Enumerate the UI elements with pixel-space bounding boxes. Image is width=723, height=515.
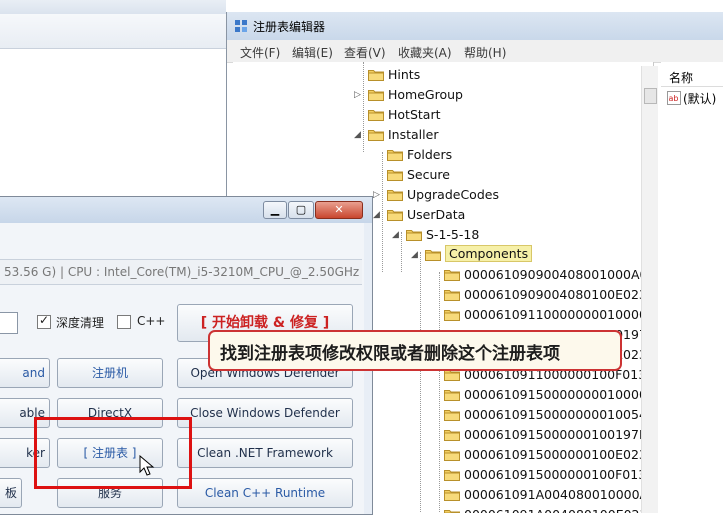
folder-icon: [444, 508, 460, 513]
tree-scroll-thumb[interactable]: [644, 88, 657, 104]
folder-icon: [425, 248, 441, 261]
folder-icon: [387, 168, 403, 181]
maximize-button[interactable]: ▢: [288, 201, 314, 219]
tree-expander-icon[interactable]: ▷: [373, 190, 380, 200]
tree-expander-icon[interactable]: ▷: [354, 90, 361, 100]
board-button[interactable]: 板: [0, 478, 22, 508]
tree-node-label: 000061091A004080010000A0I: [464, 487, 654, 502]
column-name-header: 名称: [669, 71, 694, 85]
tree-guide-line: [382, 152, 383, 272]
mouse-cursor-icon: [139, 455, 155, 476]
folder-icon: [387, 188, 403, 201]
background-window: [0, 0, 226, 200]
tree-node-label: Installer: [388, 127, 439, 142]
tree-node-label: 0000610915000000100197D:: [464, 427, 653, 442]
close-button[interactable]: ✕: [315, 201, 363, 219]
number-input[interactable]: [0, 312, 18, 334]
folder-icon: [444, 408, 460, 421]
tree-node-label: UserData: [407, 207, 466, 222]
folder-icon: [444, 428, 460, 441]
annotation-text: 找到注册表项修改权限或者删除这个注册表项: [220, 344, 560, 364]
tree-node-label: 0000610915000000100F013E: [464, 467, 654, 482]
tree-node-label: 00006109110000000010000A0I: [464, 307, 654, 322]
registry-editor-titlebar[interactable]: 注册表编辑器: [227, 12, 723, 40]
tree-node-label: 0000610915000000100E0239: [464, 447, 654, 462]
tree-guide-line: [401, 232, 402, 272]
folder-icon: [368, 128, 384, 141]
tree-node-label: 000061091500000000100540F: [464, 407, 654, 422]
registry-menu-bar: 文件(F) 编辑(E) 查看(V) 收藏夹(A) 帮助(H): [227, 40, 723, 63]
clean-cpp-runtime-button[interactable]: Clean C++ Runtime: [177, 478, 353, 508]
folder-icon: [444, 468, 460, 481]
background-window-toolbar: [0, 14, 226, 49]
tree-node-label: Components: [445, 245, 533, 262]
tree-node-label: Secure: [407, 167, 450, 182]
tree-expander-icon[interactable]: ◢: [373, 210, 380, 220]
value-name-default: (默认): [683, 92, 717, 106]
tree-node-label: UpgradeCodes: [407, 187, 499, 202]
tree-node-label: HomeGroup: [388, 87, 463, 102]
close-windows-defender-button[interactable]: Close Windows Defender: [177, 398, 353, 428]
registry-editor-title: 注册表编辑器: [253, 20, 326, 34]
menu-view[interactable]: 查看(V): [344, 44, 386, 61]
tree-expander-icon[interactable]: ◢: [392, 230, 399, 240]
system-info-bar: 53.56 G) | CPU : Intel_Core(TM)_i5-3210M…: [0, 259, 362, 285]
svg-text:ab: ab: [669, 94, 679, 103]
folder-icon: [444, 488, 460, 501]
minimize-button[interactable]: ▁: [263, 201, 287, 219]
folder-icon: [444, 448, 460, 461]
folder-icon: [444, 388, 460, 401]
tool-titlebar[interactable]: ▁ ▢ ✕: [0, 197, 372, 223]
tree-node-label: S-1-5-18: [426, 227, 480, 242]
cpp-checkbox[interactable]: [117, 315, 131, 329]
tree-node-label: 000061090900408001000A0I: [464, 267, 652, 282]
folder-icon: [444, 268, 460, 281]
registry-values-pane: 名称 ab (默认): [661, 62, 723, 513]
tree-node-label: HotStart: [388, 107, 441, 122]
tree-expander-icon[interactable]: ◢: [354, 130, 361, 140]
folder-icon: [406, 228, 422, 241]
and-button[interactable]: and: [0, 358, 50, 388]
folder-icon: [368, 68, 384, 81]
tree-scrollbar[interactable]: [641, 66, 658, 513]
deep-clean-label: 深度清理: [56, 316, 105, 330]
string-value-icon: ab: [667, 91, 681, 105]
registry-editor-icon: [235, 20, 247, 32]
tree-node-label: Hints: [388, 67, 421, 82]
system-info-text: 53.56 G) | CPU : Intel_Core(TM)_i5-3210M…: [4, 265, 360, 279]
menu-help[interactable]: 帮助(H): [464, 44, 506, 61]
menu-file[interactable]: 文件(F): [240, 44, 280, 61]
tree-expander-icon[interactable]: ◢: [411, 250, 418, 260]
tree-node-label: 0000610909004080100E0239: [464, 287, 654, 302]
folder-icon: [368, 88, 384, 101]
tree-guide-line: [363, 62, 364, 152]
tree-node-label: Folders: [407, 147, 453, 162]
highlight-box: [34, 417, 192, 489]
menu-edit[interactable]: 编辑(E): [292, 44, 333, 61]
tree-guide-line: [439, 272, 440, 513]
tree-node-label: 00006109150000000010000A0I: [464, 387, 654, 402]
tree-node-label: 000061091A004080100E0239: [464, 507, 653, 513]
clean-net-framework-button[interactable]: Clean .NET Framework: [177, 438, 353, 468]
folder-icon: [444, 308, 460, 321]
tree-guide-line: [420, 252, 421, 513]
background-window-tabs: [0, 0, 226, 14]
cpp-label: C++: [137, 314, 166, 328]
folder-icon: [387, 208, 403, 221]
folder-icon: [444, 288, 460, 301]
folder-icon: [368, 108, 384, 121]
register-machine-button[interactable]: 注册机: [57, 358, 163, 388]
deep-clean-checkbox[interactable]: [37, 313, 51, 329]
values-column-header[interactable]: 名称: [661, 66, 723, 87]
menu-favorites[interactable]: 收藏夹(A): [398, 44, 452, 61]
folder-icon: [387, 148, 403, 161]
annotation-callout: 找到注册表项修改权限或者删除这个注册表项: [208, 330, 622, 371]
